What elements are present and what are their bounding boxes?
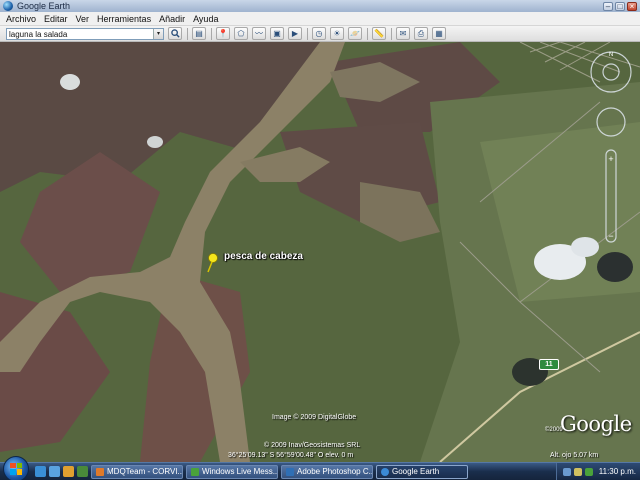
email-button[interactable]: ✉	[396, 27, 410, 40]
windows-logo-icon	[10, 462, 22, 475]
messenger-tray-icon[interactable]	[584, 467, 593, 476]
browser-icon[interactable]	[63, 466, 74, 477]
historical-imagery-button[interactable]: ◷	[312, 27, 326, 40]
toolbar-separator	[211, 27, 212, 40]
pushpin-icon[interactable]	[205, 253, 219, 273]
satellite-imagery	[0, 42, 640, 462]
system-tray: 11:30 p.m.	[555, 462, 640, 480]
toolbar-separator	[367, 27, 368, 40]
sunlight-button[interactable]: ☀	[330, 27, 344, 40]
path-icon: 〰	[255, 29, 263, 38]
maximize-button[interactable]: □	[615, 1, 625, 11]
print-icon: ⎙	[417, 28, 425, 38]
map-view[interactable]: N + − pesca de cabeza 11 Image © 2009 Di…	[0, 42, 640, 462]
title-bar: Google Earth – □ ×	[0, 0, 640, 12]
history-clock-icon: ◷	[315, 29, 323, 38]
look-joystick-icon[interactable]	[590, 51, 632, 93]
taskbar-item-google-earth[interactable]: Google Earth	[376, 464, 468, 479]
menu-editar[interactable]: Editar	[41, 14, 71, 24]
photoshop-icon	[286, 467, 294, 476]
email-icon: ✉	[399, 29, 407, 38]
search-icon	[170, 29, 180, 38]
google-earth-app-icon	[3, 1, 13, 11]
taskbar-item-messenger[interactable]: Windows Live Mess...	[186, 464, 278, 479]
search-box: ▾	[6, 28, 164, 40]
window-title: Google Earth	[17, 1, 71, 11]
tour-icon: ▶	[291, 29, 299, 38]
toolbar-separator	[187, 27, 188, 40]
placemark-icon: 📍	[218, 29, 228, 38]
quick-launch	[35, 466, 88, 477]
toolbar-separator	[307, 27, 308, 40]
ruler-button[interactable]: 📏	[372, 27, 386, 40]
network-icon[interactable]	[562, 467, 571, 476]
browser-window-icon	[96, 467, 104, 476]
clock[interactable]: 11:30 p.m.	[599, 467, 636, 476]
taskbar: MDQTeam - CORVI... Windows Live Mess... …	[0, 455, 640, 480]
image-credit: Image © 2009 DigitalGlobe	[272, 414, 357, 421]
coordinates-readout: 36°25'09.13" S 56°59'00.48" O elev. 0 m	[228, 452, 354, 459]
google-earth-icon	[381, 467, 389, 476]
data-copyright: © 2009 Inav/Geosistemas SRL	[264, 442, 361, 449]
navigation-controls: N + −	[590, 51, 632, 243]
volume-icon[interactable]	[573, 467, 582, 476]
show-desktop-icon[interactable]	[35, 466, 46, 477]
road-shield: 11	[539, 359, 559, 370]
taskbar-item-mdqteam[interactable]: MDQTeam - CORVI...	[91, 464, 183, 479]
add-polygon-button[interactable]: ⬠	[234, 27, 248, 40]
eye-altitude: Alt. ojo 5.07 km	[550, 452, 599, 459]
placemark-label[interactable]: pesca de cabeza	[224, 251, 303, 262]
media-player-icon[interactable]	[77, 466, 88, 477]
view-in-maps-button[interactable]: ▦	[432, 27, 446, 40]
print-button[interactable]: ⎙	[414, 27, 428, 40]
sunlight-icon: ☀	[333, 29, 341, 38]
google-logo: Google	[560, 412, 632, 436]
start-button[interactable]	[3, 455, 29, 480]
search-history-dropdown[interactable]: ▾	[153, 28, 163, 39]
view-in-maps-icon: ▦	[435, 29, 443, 38]
close-button[interactable]: ×	[627, 1, 637, 11]
menu-anadir[interactable]: Añadir	[156, 14, 188, 24]
window-controls: – □ ×	[603, 1, 637, 11]
move-joystick-icon[interactable]	[596, 107, 626, 137]
north-indicator-icon: N	[609, 52, 613, 58]
add-image-overlay-button[interactable]: ▣	[270, 27, 284, 40]
minimize-button[interactable]: –	[603, 1, 613, 11]
toolbar-separator	[391, 27, 392, 40]
planet-icon: 🪐	[350, 29, 360, 38]
ruler-icon: 📏	[374, 29, 384, 38]
zoom-in-icon[interactable]: +	[608, 154, 613, 164]
search-button[interactable]	[168, 27, 182, 40]
menu-archivo[interactable]: Archivo	[3, 14, 39, 24]
add-placemark-button[interactable]: 📍	[216, 27, 230, 40]
menu-ayuda[interactable]: Ayuda	[190, 14, 221, 24]
planet-switch-button[interactable]: 🪐	[348, 27, 362, 40]
search-input[interactable]	[6, 28, 164, 40]
sidebar-toggle-button[interactable]: ▤	[192, 27, 206, 40]
toolbar: ▾ ▤ 📍 ⬠ 〰 ▣ ▶ ◷ ☀ 🪐 📏 ✉ ⎙ ▦	[0, 26, 640, 42]
menu-ver[interactable]: Ver	[73, 14, 93, 24]
menu-herramientas[interactable]: Herramientas	[94, 14, 154, 24]
switch-windows-icon[interactable]	[49, 466, 60, 477]
sidebar-toggle-icon: ▤	[195, 29, 203, 38]
add-path-button[interactable]: 〰	[252, 27, 266, 40]
menu-bar: Archivo Editar Ver Herramientas Añadir A…	[0, 12, 640, 26]
taskbar-item-photoshop[interactable]: Adobe Photoshop C...	[281, 464, 373, 479]
polygon-icon: ⬠	[237, 29, 245, 38]
record-tour-button[interactable]: ▶	[288, 27, 302, 40]
messenger-icon	[191, 467, 199, 476]
image-overlay-icon: ▣	[273, 29, 281, 38]
zoom-out-icon[interactable]: −	[608, 231, 613, 241]
